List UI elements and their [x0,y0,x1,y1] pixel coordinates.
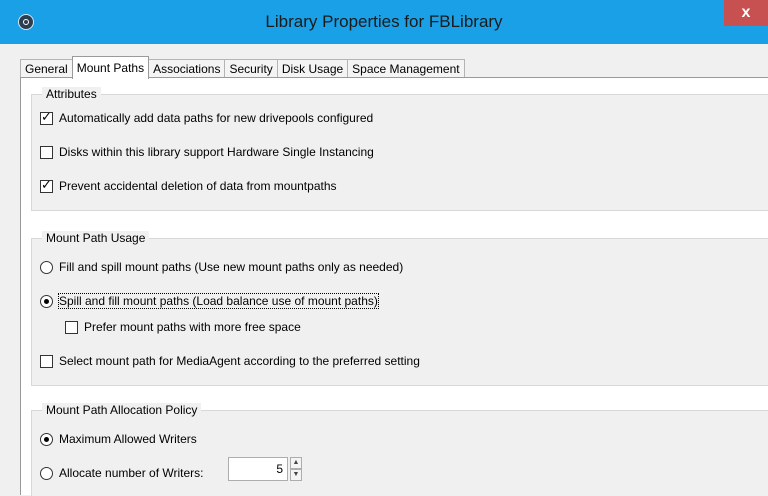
dialog-body: General Mount Paths Associations Securit… [10,44,768,496]
attributes-group: Attributes Automatically add data paths … [31,87,768,211]
writers-input[interactable]: 5 [228,457,288,481]
prefer-free-space-checkbox[interactable] [65,320,78,334]
tab-disk-usage[interactable]: Disk Usage [276,59,349,79]
fill-and-spill-radio[interactable] [40,260,53,274]
spin-up-icon[interactable]: ▲ [290,457,302,469]
select-preferred-option[interactable]: Select mount path for MediaAgent accordi… [40,354,420,368]
tab-strip: General Mount Paths Associations Securit… [20,56,465,79]
hardware-single-instancing-option[interactable]: Disks within this library support Hardwa… [40,145,374,159]
max-writers-radio[interactable] [40,432,53,446]
max-writers-label: Maximum Allowed Writers [59,432,197,446]
select-preferred-checkbox[interactable] [40,354,53,368]
auto-add-datapaths-option[interactable]: Automatically add data paths for new dri… [40,110,374,125]
prefer-free-space-option[interactable]: Prefer mount paths with more free space [65,320,301,334]
writers-spinner[interactable]: 5 ▲ ▼ [228,457,302,481]
tab-general[interactable]: General [20,59,73,79]
max-writers-option[interactable]: Maximum Allowed Writers [40,432,197,446]
tab-space-management[interactable]: Space Management [347,59,465,79]
spin-down-icon[interactable]: ▼ [290,469,302,481]
attributes-legend: Attributes [42,87,101,101]
tab-security[interactable]: Security [224,59,278,79]
mount-path-usage-group: Mount Path Usage Fill and spill mount pa… [31,231,768,386]
prevent-deletion-label: Prevent accidental deletion of data from… [59,179,337,193]
allocate-writers-label: Allocate number of Writers: [59,466,204,480]
allocation-policy-legend: Mount Path Allocation Policy [42,403,202,417]
spill-and-fill-label: Spill and fill mount paths (Load balance… [58,293,379,309]
allocate-writers-option[interactable]: Allocate number of Writers: [40,466,204,480]
title-bar: Library Properties for FBLibrary x [0,0,768,44]
auto-add-datapaths-checkbox[interactable] [40,110,53,125]
mount-paths-panel: Attributes Automatically add data paths … [20,77,768,496]
hardware-single-instancing-label: Disks within this library support Hardwa… [59,145,374,159]
spill-and-fill-option[interactable]: Spill and fill mount paths (Load balance… [40,293,379,309]
allocate-writers-radio[interactable] [40,466,53,480]
tab-associations[interactable]: Associations [148,59,226,79]
fill-and-spill-option[interactable]: Fill and spill mount paths (Use new moun… [40,260,403,274]
select-preferred-label: Select mount path for MediaAgent accordi… [59,354,420,368]
allocation-policy-group: Mount Path Allocation Policy Maximum All… [31,403,768,496]
prevent-deletion-option[interactable]: Prevent accidental deletion of data from… [40,178,337,193]
prefer-free-space-label: Prefer mount paths with more free space [84,320,301,334]
auto-add-datapaths-label: Automatically add data paths for new dri… [59,111,374,125]
spill-and-fill-radio[interactable] [40,294,53,308]
fill-and-spill-label: Fill and spill mount paths (Use new moun… [59,260,404,274]
close-button[interactable]: x [724,0,768,26]
window-title: Library Properties for FBLibrary [265,12,503,31]
prevent-deletion-checkbox[interactable] [40,178,53,193]
hardware-single-instancing-checkbox[interactable] [40,145,53,159]
mount-path-usage-legend: Mount Path Usage [42,231,150,245]
writers-spinner-arrows: ▲ ▼ [290,457,302,481]
tab-mount-paths[interactable]: Mount Paths [71,56,150,79]
